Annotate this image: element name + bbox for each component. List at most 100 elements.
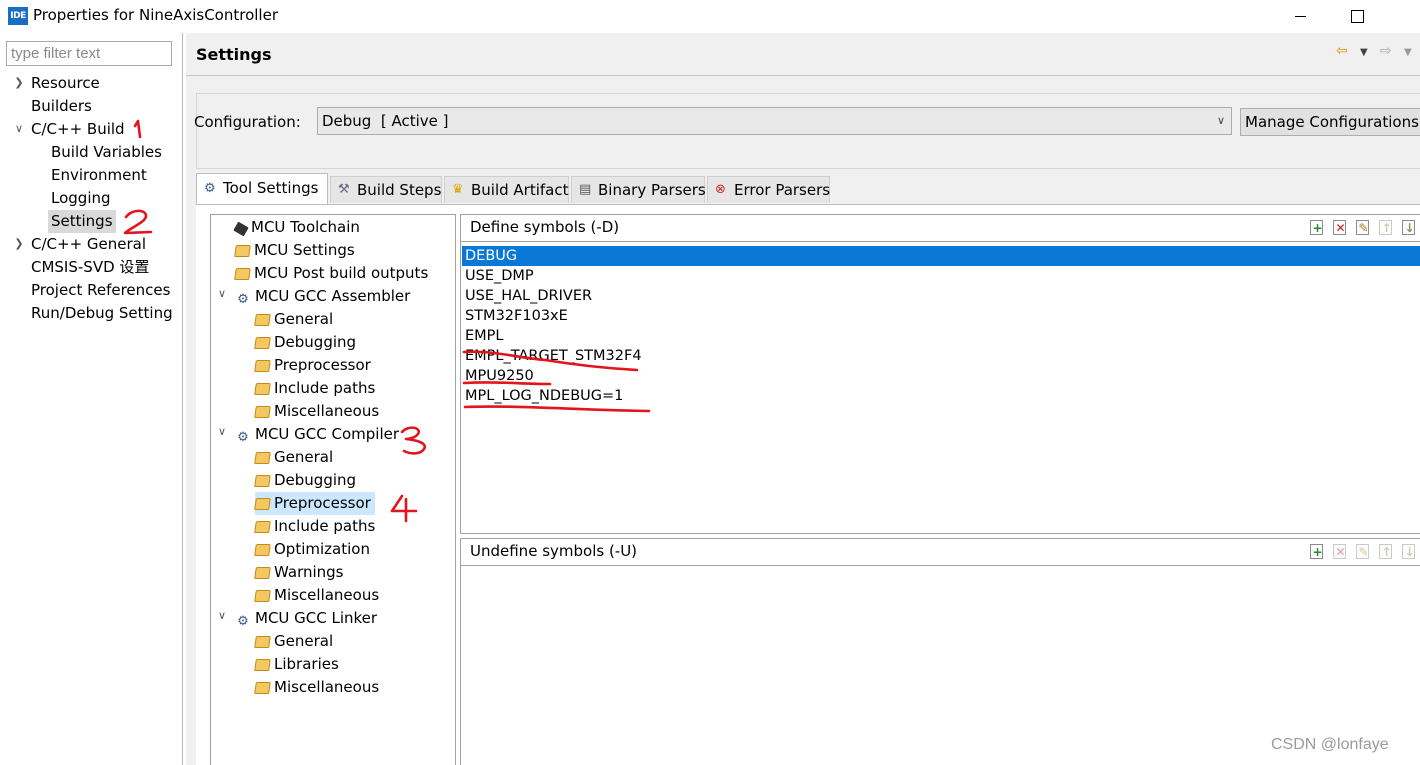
nav-item-cpp-general[interactable]: C/C++ General	[28, 233, 149, 256]
move-down-icon[interactable]: ↓	[1401, 543, 1418, 560]
list-item[interactable]: EMPL_TARGET_STM32F4	[462, 346, 1420, 366]
nav-item-project-references[interactable]: Project References	[28, 279, 173, 302]
configuration-value: Debug [ Active ]	[322, 112, 449, 130]
chevron-down-icon[interactable]: ∨	[217, 425, 227, 438]
nav-item-settings[interactable]: Settings	[48, 210, 116, 233]
move-up-icon[interactable]: ↑	[1378, 219, 1395, 236]
tab-error-parsers[interactable]: ⊗ Error Parsers	[707, 176, 830, 203]
edit-icon[interactable]: ✎	[1355, 219, 1372, 236]
list-item[interactable]: EMPL	[462, 326, 1420, 346]
nav-item-build-variables[interactable]: Build Variables	[48, 141, 165, 164]
move-up-icon[interactable]: ↑	[1378, 543, 1395, 560]
tree-item-assembler-include-paths[interactable]: Include paths	[254, 377, 375, 400]
folder-icon	[254, 636, 271, 648]
tree-item-label: Debugging	[274, 471, 357, 489]
folder-icon	[254, 498, 271, 510]
tree-item-label: MCU Post build outputs	[254, 264, 429, 282]
tab-build-steps[interactable]: ⚒ Build Steps	[330, 176, 442, 203]
tab-label: Build Steps	[357, 181, 442, 199]
tree-item-label: MCU GCC Linker	[255, 609, 378, 627]
folder-icon	[254, 475, 271, 487]
tree-item-label: Miscellaneous	[274, 678, 380, 696]
tree-item-mcu-settings[interactable]: MCU Settings	[234, 239, 355, 262]
tree-item-linker-libraries[interactable]: Libraries	[254, 653, 339, 676]
forward-dropdown-icon[interactable]: ▼	[1404, 47, 1412, 58]
nav-item-run-debug-setting[interactable]: Run/Debug Setting	[28, 302, 176, 325]
folder-icon	[254, 567, 271, 579]
tree-item-compiler-debugging[interactable]: Debugging	[254, 469, 357, 492]
tree-item-assembler-miscellaneous[interactable]: Miscellaneous	[254, 400, 379, 423]
settings-page: Settings ⇦ ▼ ⇨ ▼ Configuration: Debug [ …	[186, 33, 1420, 765]
tree-item-compiler-miscellaneous[interactable]: Miscellaneous	[254, 584, 379, 607]
delete-icon[interactable]: ✕	[1332, 219, 1349, 236]
back-arrow-icon[interactable]: ⇦	[1336, 43, 1348, 59]
list-item[interactable]: DEBUG	[462, 246, 1420, 266]
add-icon[interactable]: +	[1309, 543, 1326, 560]
tree-item-label: Libraries	[274, 655, 339, 673]
tree-item-mcu-post-build-outputs[interactable]: MCU Post build outputs	[234, 262, 429, 285]
tree-item-linker-general[interactable]: General	[254, 630, 334, 653]
page-header: Settings ⇦ ▼ ⇨ ▼	[186, 33, 1420, 76]
chevron-right-icon[interactable]: ❯	[14, 72, 24, 95]
edit-icon[interactable]: ✎	[1355, 543, 1372, 560]
tab-tool-settings[interactable]: ⚙ Tool Settings	[196, 173, 328, 204]
tree-item-linker-miscellaneous[interactable]: Miscellaneous	[254, 676, 380, 699]
tree-item-compiler-general[interactable]: General	[254, 446, 333, 469]
back-dropdown-icon[interactable]: ▼	[1360, 47, 1368, 58]
tree-item-mcu-gcc-compiler[interactable]: ⚙ MCU GCC Compiler	[235, 423, 399, 446]
list-item[interactable]: USE_HAL_DRIVER	[462, 286, 1420, 306]
tree-item-mcu-toolchain[interactable]: MCU Toolchain	[233, 216, 360, 239]
folder-icon	[254, 590, 271, 602]
undefine-symbols-panel: Undefine symbols (-U) + ✕ ✎ ↑ ↓	[460, 538, 1420, 765]
undefine-symbols-toolbar: + ✕ ✎ ↑ ↓	[1309, 543, 1418, 560]
tree-item-compiler-optimization[interactable]: Optimization	[254, 538, 370, 561]
tree-item-mcu-gcc-linker[interactable]: ⚙ MCU GCC Linker	[235, 607, 377, 630]
binary-file-icon: ▤	[579, 182, 592, 197]
nav-item-resource[interactable]: Resource	[28, 72, 103, 95]
move-down-icon[interactable]: ↓	[1401, 219, 1418, 236]
minimize-button[interactable]	[1277, 0, 1323, 32]
tab-build-artifact[interactable]: ♛ Build Artifact	[444, 176, 569, 203]
add-icon[interactable]: +	[1309, 219, 1326, 236]
list-item[interactable]: MPL_LOG_NDEBUG=1	[462, 386, 1420, 406]
list-item[interactable]: MPU9250	[462, 366, 1420, 386]
define-symbols-panel: Define symbols (-D) + ✕ ✎ ↑ ↓ DEBUG USE_…	[460, 214, 1420, 534]
tab-label: Build Artifact	[471, 181, 569, 199]
tree-item-mcu-gcc-assembler[interactable]: ⚙ MCU GCC Assembler	[235, 285, 410, 308]
nav-item-builders[interactable]: Builders	[28, 95, 95, 118]
forward-arrow-icon[interactable]: ⇨	[1380, 43, 1392, 59]
list-item[interactable]: STM32F103xE	[462, 306, 1420, 326]
chevron-down-icon: ∨	[1216, 114, 1225, 127]
tree-item-assembler-preprocessor[interactable]: Preprocessor	[254, 354, 371, 377]
error-icon: ⊗	[715, 182, 726, 197]
chevron-down-icon[interactable]: ∨	[14, 118, 24, 141]
trophy-icon: ♛	[452, 182, 464, 197]
tree-item-compiler-preprocessor[interactable]: Preprocessor	[254, 492, 375, 515]
delete-icon[interactable]: ✕	[1332, 543, 1349, 560]
tab-binary-parsers[interactable]: ▤ Binary Parsers	[571, 176, 706, 203]
nav-item-cmsis-svd[interactable]: CMSIS-SVD 设置	[28, 256, 152, 279]
chevron-right-icon[interactable]: ❯	[14, 233, 24, 256]
maximize-button[interactable]	[1334, 0, 1380, 32]
configuration-select[interactable]: Debug [ Active ] ∨	[317, 107, 1232, 135]
tree-item-compiler-include-paths[interactable]: Include paths	[254, 515, 375, 538]
chevron-down-icon[interactable]: ∨	[217, 287, 227, 300]
tree-item-compiler-warnings[interactable]: Warnings	[254, 561, 344, 584]
tree-item-label: General	[274, 632, 334, 650]
nav-item-environment[interactable]: Environment	[48, 164, 150, 187]
manage-configurations-button[interactable]: Manage Configurations...	[1240, 108, 1420, 136]
tree-item-label: MCU GCC Assembler	[255, 287, 411, 305]
list-item[interactable]: USE_DMP	[462, 266, 1420, 286]
nav-item-cpp-build[interactable]: C/C++ Build	[28, 118, 128, 141]
filter-input[interactable]	[6, 41, 172, 66]
chevron-down-icon[interactable]: ∨	[217, 609, 227, 622]
tree-item-assembler-debugging[interactable]: Debugging	[254, 331, 356, 354]
nav-item-logging[interactable]: Logging	[48, 187, 114, 210]
gear-icon: ⚙	[204, 181, 216, 196]
define-symbols-toolbar: + ✕ ✎ ↑ ↓	[1309, 219, 1418, 236]
undefine-symbols-header: Undefine symbols (-U) + ✕ ✎ ↑ ↓	[461, 539, 1420, 566]
folder-icon	[234, 268, 251, 280]
tree-item-label: MCU Settings	[254, 241, 355, 259]
pane-divider[interactable]	[182, 33, 183, 765]
tree-item-assembler-general[interactable]: General	[254, 308, 333, 331]
